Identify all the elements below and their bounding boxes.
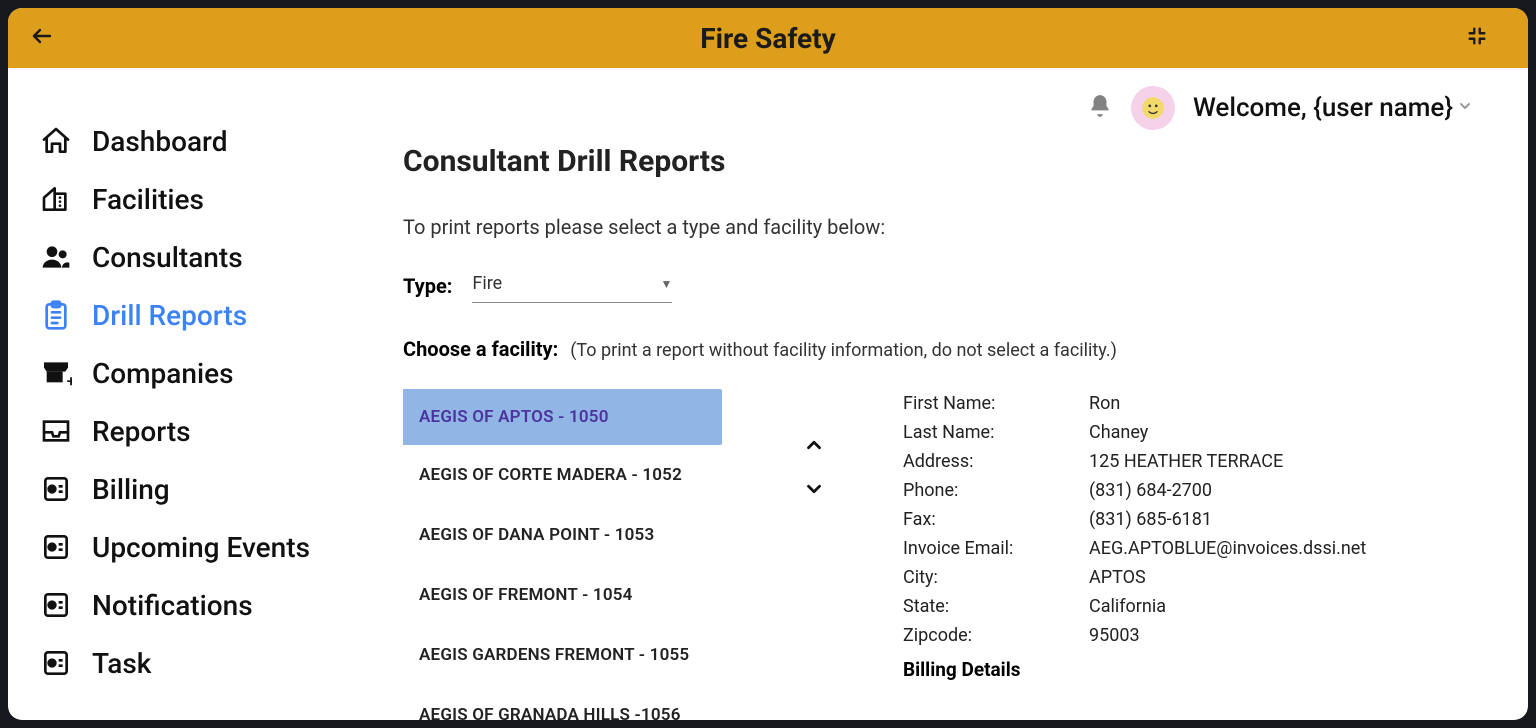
sidebar-item-drill-reports[interactable]: Drill Reports [38,297,378,333]
facility-item[interactable]: AEGIS OF APTOS - 1050 [403,389,722,445]
type-row: Type: Fire ▼ [403,269,1503,303]
scroll-down-button[interactable] [803,478,825,504]
page-title: Consultant Drill Reports [403,144,1503,179]
zipcode-value: 95003 [1089,625,1140,646]
avatar[interactable] [1131,86,1175,130]
fax-value: (831) 685-6181 [1089,509,1212,530]
page-body: Consultant Drill Reports To print report… [403,144,1503,720]
state-label: State: [903,596,1089,617]
facility-list: AEGIS OF APTOS - 1050 AEGIS OF CORTE MAD… [403,389,783,720]
facility-list-wrap: AEGIS OF APTOS - 1050 AEGIS OF CORTE MAD… [403,389,883,720]
facility-item[interactable]: AEGIS OF FREMONT - 1054 [403,565,783,625]
bell-icon [1087,93,1113,119]
welcome-text: Welcome, {user name} [1193,93,1453,123]
home-icon [38,123,74,159]
fax-label: Fax: [903,509,1089,530]
sidebar-item-label: Facilities [92,183,204,216]
minimize-icon [1466,25,1488,47]
task-icon [38,645,74,681]
sidebar-item-notifications[interactable]: Notifications [38,587,378,623]
sidebar-item-companies[interactable]: + Companies [38,355,378,391]
user-header: Welcome, {user name} [1087,86,1473,130]
last-name-label: Last Name: [903,422,1089,443]
facility-details: First Name:Ron Last Name:Chaney Address:… [903,389,1503,720]
sidebar-item-billing[interactable]: Billing [38,471,378,507]
city-value: APTOS [1089,567,1146,588]
zipcode-label: Zipcode: [903,625,1089,646]
billing-icon [38,471,74,507]
back-button[interactable] [30,24,54,52]
type-label: Type: [403,274,452,298]
sidebar-item-label: Billing [92,473,170,506]
card-icon [38,587,74,623]
main-panel: Welcome, {user name} Consultant Drill Re… [378,68,1528,720]
clipboard-icon [38,297,74,333]
facility-scroll-arrows [803,434,825,504]
app-frame: Fire Safety Dashboard Facilities [8,8,1528,720]
first-name-label: First Name: [903,393,1089,414]
sidebar-nav: Dashboard Facilities Consultants Drill R… [8,68,378,720]
invoice-email-value: AEG.APTOBLUE@invoices.dssi.net [1089,538,1366,559]
sidebar-item-label: Companies [92,357,234,390]
address-value: 125 HEATHER TERRACE [1089,451,1283,472]
facility-details-row: AEGIS OF APTOS - 1050 AEGIS OF CORTE MAD… [403,389,1503,720]
sidebar-item-label: Reports [92,415,191,448]
facility-item[interactable]: AEGIS OF GRANADA HILLS -1056 [403,685,783,720]
sidebar-item-label: Drill Reports [92,299,247,332]
content-area: Dashboard Facilities Consultants Drill R… [8,68,1528,720]
billing-details-header: Billing Details [903,658,1503,681]
calendar-icon [38,529,74,565]
first-name-value: Ron [1089,393,1120,414]
sidebar-item-label: Upcoming Events [92,531,310,564]
sidebar-item-facilities[interactable]: Facilities [38,181,378,217]
chevron-down-icon [1457,98,1473,118]
sidebar-item-label: Consultants [92,241,243,274]
facility-item[interactable]: AEGIS OF CORTE MADERA - 1052 [403,445,783,505]
sidebar-item-reports[interactable]: Reports [38,413,378,449]
store-icon: + [38,355,74,391]
sidebar-item-label: Notifications [92,589,253,622]
phone-label: Phone: [903,480,1089,501]
type-select[interactable]: Fire ▼ [472,269,672,303]
building-icon [38,181,74,217]
city-label: City: [903,567,1089,588]
facility-item[interactable]: AEGIS OF DANA POINT - 1053 [403,505,783,565]
sidebar-item-task[interactable]: Task [38,645,378,681]
phone-value: (831) 684-2700 [1089,480,1212,501]
exit-fullscreen-button[interactable] [1466,25,1488,51]
chevron-down-icon [803,478,825,500]
avatar-face-icon [1140,95,1166,121]
caret-down-icon: ▼ [661,277,673,291]
choose-facility-row: Choose a facility: (To print a report wi… [403,337,1503,361]
facility-item[interactable]: AEGIS GARDENS FREMONT - 1055 [403,625,783,685]
chevron-up-icon [803,434,825,456]
notifications-button[interactable] [1087,93,1113,123]
sidebar-item-label: Task [92,647,151,680]
page-intro: To print reports please select a type an… [403,215,1503,239]
svg-text:+: + [67,371,72,389]
sidebar-item-label: Dashboard [92,125,227,158]
inbox-icon [38,413,74,449]
address-label: Address: [903,451,1089,472]
choose-facility-hint: (To print a report without facility info… [570,340,1117,361]
sidebar-item-dashboard[interactable]: Dashboard [38,123,378,159]
people-icon [38,239,74,275]
last-name-value: Chaney [1089,422,1148,443]
invoice-email-label: Invoice Email: [903,538,1089,559]
title-bar: Fire Safety [8,8,1528,68]
state-value: California [1089,596,1166,617]
sidebar-item-consultants[interactable]: Consultants [38,239,378,275]
sidebar-item-upcoming-events[interactable]: Upcoming Events [38,529,378,565]
scroll-up-button[interactable] [803,434,825,460]
type-select-value: Fire [472,273,502,294]
arrow-left-icon [30,24,54,48]
app-title: Fire Safety [700,22,835,55]
choose-facility-label: Choose a facility: [403,337,558,361]
user-menu[interactable]: Welcome, {user name} [1193,93,1473,123]
